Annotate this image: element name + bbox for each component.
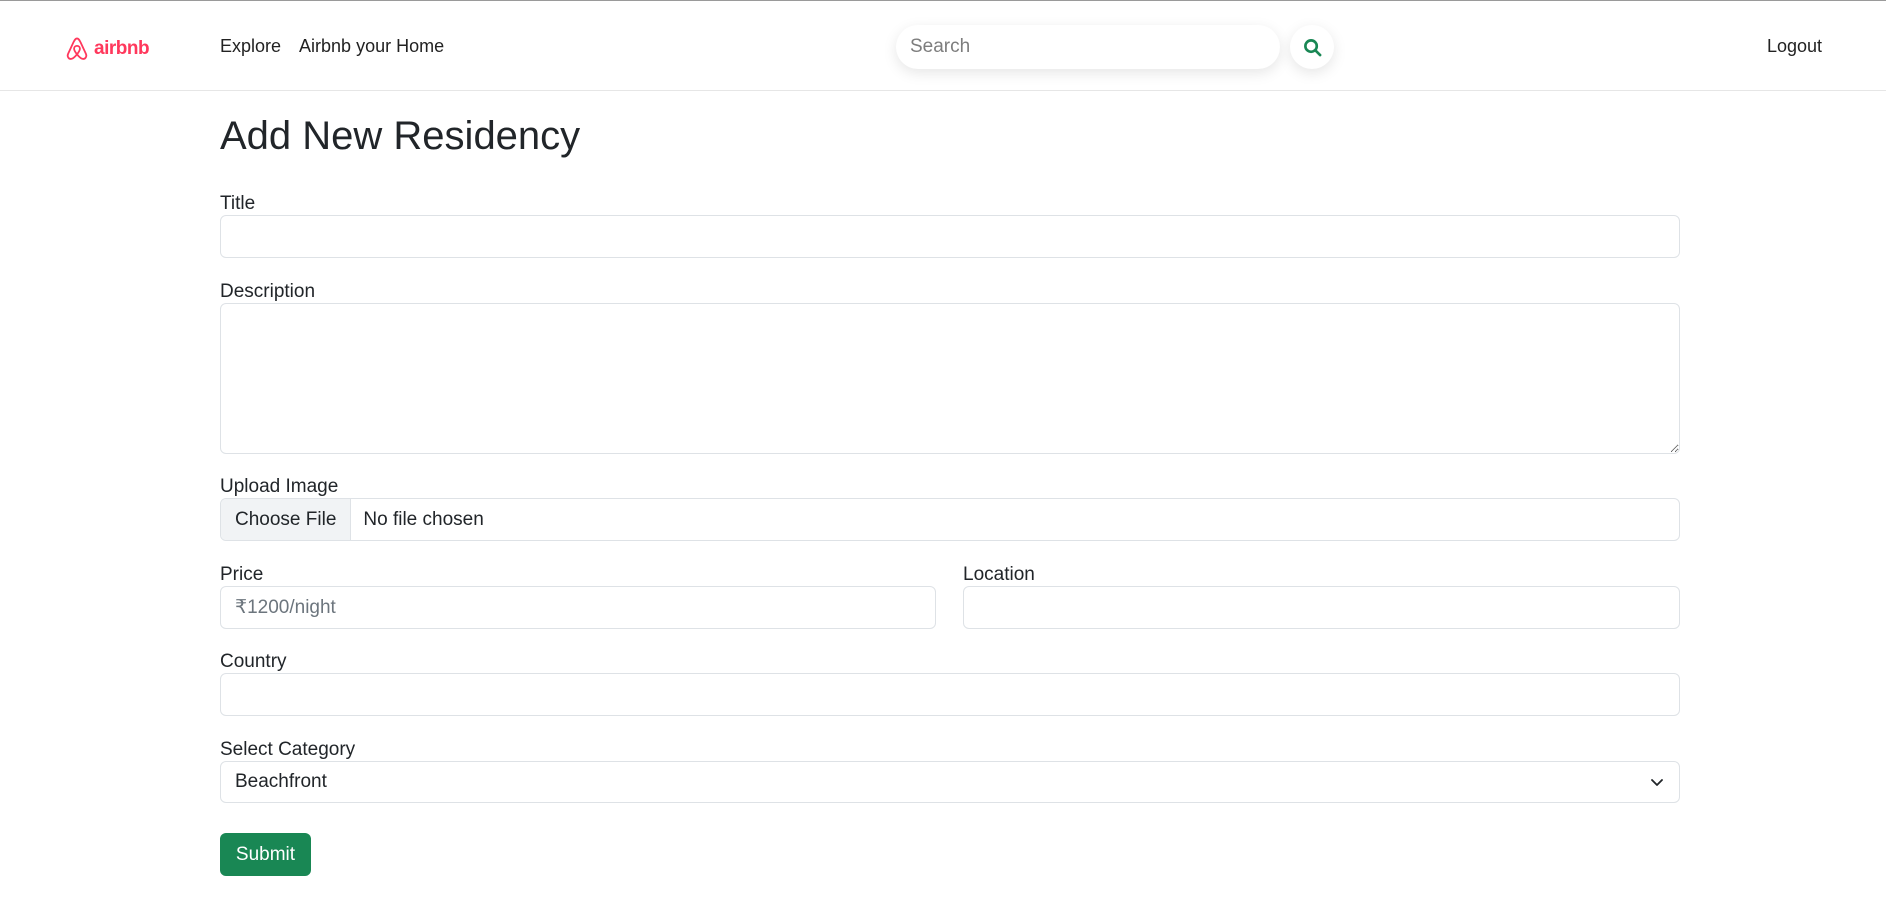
price-input[interactable] (220, 586, 936, 629)
file-status: No file chosen (363, 508, 484, 530)
location-field: Location (963, 564, 1680, 629)
category-selected-value: Beachfront (235, 771, 327, 792)
title-label: Title (220, 193, 256, 214)
location-input[interactable] (963, 586, 1680, 629)
add-residency-form: Add New Residency Title Description Uplo… (220, 112, 1680, 876)
submit-button[interactable]: Submit (220, 833, 311, 876)
choose-file-button[interactable]: Choose File (221, 499, 352, 540)
nav-explore-link[interactable]: Explore (220, 36, 281, 57)
price-label: Price (220, 564, 264, 585)
category-select[interactable]: Beachfront (220, 761, 1680, 803)
airbnb-logo[interactable]: airbnb (64, 35, 150, 63)
search-button[interactable] (1290, 25, 1334, 69)
search-icon (1303, 38, 1321, 56)
description-label: Description (220, 281, 316, 302)
price-field: Price (220, 564, 936, 629)
country-field: Country (220, 651, 1680, 716)
logout-link[interactable]: Logout (1767, 36, 1822, 57)
category-label: Select Category (220, 739, 356, 760)
chevron-down-icon (1651, 779, 1663, 786)
title-field: Title (220, 193, 1680, 258)
description-textarea[interactable] (220, 303, 1680, 454)
location-label: Location (963, 564, 1035, 585)
upload-image-label: Upload Image (220, 476, 339, 497)
country-input[interactable] (220, 673, 1680, 716)
nav-links: Explore Airbnb your Home (220, 36, 444, 57)
brand-name: airbnb (94, 38, 150, 59)
nav-airbnb-your-home-link[interactable]: Airbnb your Home (299, 36, 444, 57)
navbar: airbnb Explore Airbnb your Home Logout (0, 1, 1886, 91)
search-bar (896, 25, 1334, 69)
file-input[interactable]: Choose File No file chosen (220, 498, 1680, 541)
page-title: Add New Residency (220, 114, 581, 158)
title-input[interactable] (220, 215, 1680, 258)
category-field: Select Category Beachfront (220, 739, 1680, 803)
upload-image-field: Upload Image Choose File No file chosen (220, 476, 1680, 541)
description-field: Description (220, 281, 1680, 454)
search-input[interactable] (896, 25, 1280, 69)
country-label: Country (220, 651, 287, 672)
airbnb-logo-icon (66, 37, 88, 60)
